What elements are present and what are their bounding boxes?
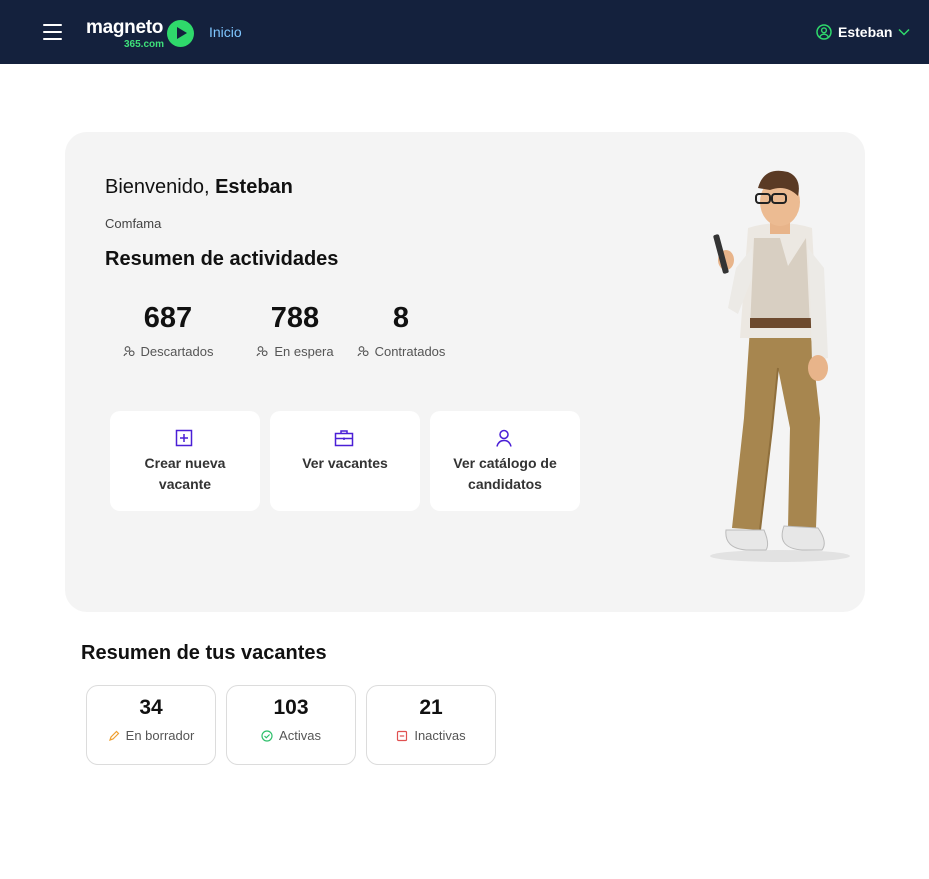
welcome-prefix: Bienvenido, bbox=[105, 176, 210, 198]
briefcase-icon bbox=[334, 430, 354, 447]
pencil-icon bbox=[108, 730, 120, 741]
stat-value: 687 bbox=[143, 302, 193, 334]
stat-label: En espera bbox=[274, 344, 334, 359]
create-vacancy-button[interactable]: Crear nueva vacante bbox=[110, 411, 260, 511]
stat-label-row: Contratados bbox=[351, 344, 451, 359]
people-icon bbox=[357, 346, 369, 357]
action-label: Ver vacantes bbox=[302, 455, 388, 471]
logo-sub: 365.com bbox=[124, 39, 165, 50]
vacancy-label: Inactivas bbox=[414, 728, 466, 743]
top-navbar: magneto 365.com Inicio Esteban bbox=[0, 0, 929, 64]
stat-label: Descartados bbox=[140, 344, 214, 359]
play-icon bbox=[167, 20, 194, 47]
stat-contratados: 8 Contratados bbox=[351, 300, 451, 359]
people-icon bbox=[256, 346, 268, 357]
vacancy-label: En borrador bbox=[125, 728, 195, 743]
people-icon bbox=[122, 346, 135, 357]
stat-en-espera: 788 En espera bbox=[245, 300, 345, 359]
stat-descartados: 687 Descartados bbox=[118, 300, 218, 359]
vacancy-count: 21 bbox=[419, 696, 443, 719]
user-menu[interactable]: Esteban bbox=[816, 22, 910, 42]
user-circle-icon bbox=[816, 24, 832, 40]
action-label: Ver catálogo de candidatos bbox=[453, 455, 557, 492]
user-name: Esteban bbox=[838, 24, 893, 40]
vacancy-card-active[interactable]: 103 Activas bbox=[226, 685, 356, 765]
welcome-heading: Bienvenido, Esteban bbox=[105, 176, 293, 199]
vacancy-label: Activas bbox=[279, 728, 321, 743]
check-circle-icon bbox=[261, 729, 273, 742]
logo[interactable]: magneto 365.com bbox=[86, 17, 196, 51]
vacancies-title: Resumen de tus vacantes bbox=[81, 642, 327, 664]
view-candidates-button[interactable]: Ver catálogo de candidatos bbox=[430, 411, 580, 511]
vacancy-label-row: Activas bbox=[227, 728, 355, 743]
plus-square-icon bbox=[175, 429, 193, 447]
vacancy-label-row: Inactivas bbox=[367, 728, 495, 743]
nav-home-link[interactable]: Inicio bbox=[209, 24, 242, 40]
hamburger-icon[interactable] bbox=[43, 24, 62, 40]
stat-label-row: En espera bbox=[245, 344, 345, 359]
vacancy-count: 34 bbox=[139, 696, 163, 719]
vacancy-count: 103 bbox=[273, 696, 309, 719]
action-label: Crear nueva vacante bbox=[144, 455, 226, 492]
minus-square-icon bbox=[397, 730, 408, 741]
stat-label-row: Descartados bbox=[118, 344, 218, 359]
logo-word: magneto bbox=[86, 17, 164, 38]
stat-value: 788 bbox=[270, 302, 320, 334]
welcome-card: Bienvenido, Esteban Comfama Resumen de a… bbox=[65, 132, 865, 612]
view-vacancies-button[interactable]: Ver vacantes bbox=[270, 411, 420, 511]
welcome-name: Esteban bbox=[215, 176, 293, 198]
vacancy-label-row: En borrador bbox=[87, 728, 215, 743]
company-name: Comfama bbox=[105, 216, 162, 231]
stat-value: 8 bbox=[392, 302, 410, 334]
chevron-down-icon bbox=[898, 28, 910, 36]
stat-label: Contratados bbox=[374, 344, 446, 359]
vacancy-card-draft[interactable]: 34 En borrador bbox=[86, 685, 216, 765]
person-icon bbox=[496, 429, 512, 447]
man-illustration bbox=[710, 170, 850, 562]
vacancy-card-inactive[interactable]: 21 Inactivas bbox=[366, 685, 496, 765]
activities-title: Resumen de actividades bbox=[105, 248, 339, 270]
